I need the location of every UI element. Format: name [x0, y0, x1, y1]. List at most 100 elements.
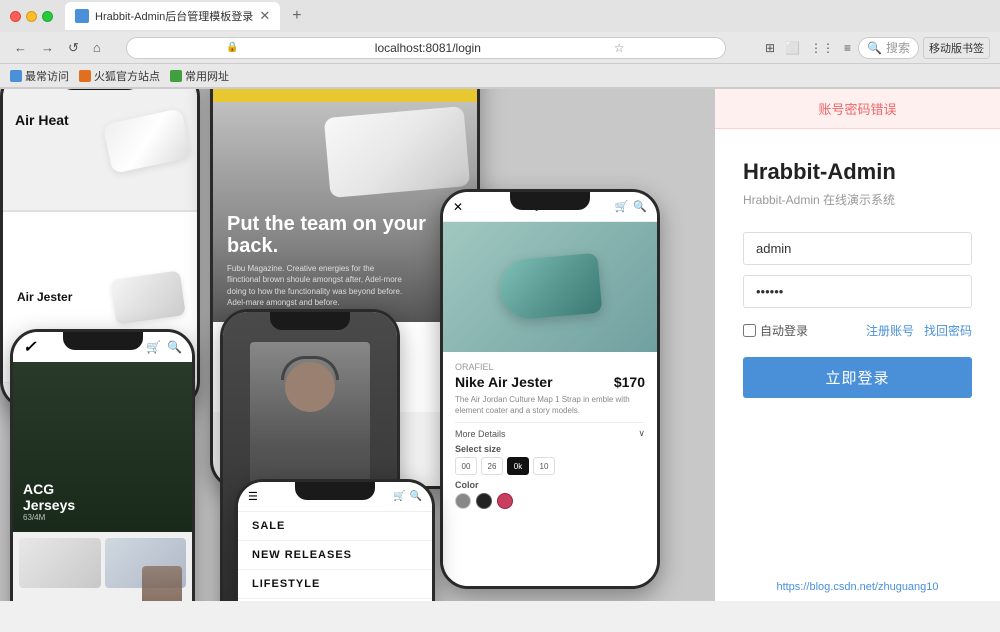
settings-icon[interactable]: ⋮⋮: [807, 39, 837, 57]
air-jester-label: Air Jester: [17, 290, 72, 304]
minimize-traffic-light[interactable]: [26, 11, 37, 22]
p5-color-red[interactable]: [497, 493, 513, 509]
forgot-link[interactable]: 找回密码: [924, 322, 972, 339]
navigation-toolbar: ← → ↺ ⌂ 🔒 localhost:8081/login ☆ ⊞ ⬜ ⋮⋮ …: [0, 32, 1000, 64]
headphones: [281, 356, 339, 380]
home-button[interactable]: ⌂: [89, 38, 105, 57]
error-text: 账号密码错误: [818, 102, 896, 117]
p5-size-26[interactable]: 26: [481, 457, 503, 475]
p5-color-gray[interactable]: [455, 493, 471, 509]
new-tab-button[interactable]: +: [286, 3, 307, 29]
p5-sizes-row: 00 26 0k 10: [455, 457, 645, 475]
phone-inner-3: ✓ 🛒 🔍 ACG Jerseys 63/4M: [13, 332, 192, 601]
p2-hero-text: Put the team on your back.: [227, 213, 463, 257]
phone-mockup-6: ☰ ✓ 🛒 🔍 SALE NEW RELEASES LIFESTYLE: [235, 479, 435, 601]
bookmark-most-visited-label: 最常访问: [25, 68, 69, 84]
p5-product-info: ORAFIEL Nike Air Jester $170 The Air Jor…: [443, 352, 657, 586]
p5-size-0k[interactable]: 0k: [507, 457, 529, 475]
username-input[interactable]: [743, 232, 972, 265]
p2-shoe-img: [324, 106, 470, 198]
p6-menu-sale[interactable]: SALE: [238, 512, 432, 541]
p5-size-10[interactable]: 10: [533, 457, 555, 475]
p6-menu-list: SALE NEW RELEASES LIFESTYLE: [238, 512, 432, 601]
menu-icon[interactable]: ≡: [841, 39, 854, 57]
p6-menu-lifestyle[interactable]: LIFESTYLE: [238, 570, 432, 599]
p5-sizes-label: Select size: [455, 444, 645, 454]
search-icon: 🔍: [867, 41, 882, 55]
air-heat-shoe: [103, 108, 192, 174]
bookmark-most-visited[interactable]: 最常访问: [10, 68, 69, 84]
error-banner: 账号密码错误: [715, 89, 1000, 129]
p3-cart-icon[interactable]: 🛒: [146, 340, 161, 354]
phone-mockup-5: ✕ ✓ 🛒 🔍 ORAFIEL Nike Air Jester: [440, 189, 660, 589]
mobile-toggle-button[interactable]: 移动版书签: [923, 37, 990, 59]
p5-details-chevron[interactable]: ∨: [638, 428, 645, 439]
p5-search-icon[interactable]: 🔍: [633, 200, 647, 213]
bookmark-common[interactable]: 常用网址: [170, 68, 229, 84]
login-submit-button[interactable]: 立即登录: [743, 357, 972, 398]
auto-login-text: 自动登录: [760, 322, 808, 339]
close-traffic-light[interactable]: [10, 11, 21, 22]
p6-search-icon[interactable]: 🔍: [410, 491, 422, 502]
forward-button[interactable]: →: [37, 38, 58, 57]
bookmarks-bar: 最常访问 火狐官方站点 常用网址: [0, 64, 1000, 88]
phone-notch-6: [295, 482, 375, 500]
phone-notch-4: [270, 312, 350, 330]
screenshot-icon[interactable]: ⬜: [782, 39, 803, 57]
search-bar[interactable]: 🔍 搜索: [858, 37, 919, 59]
login-title: Hrabbit-Admin: [743, 159, 972, 185]
bookmark-firefox-label: 火狐官方站点: [94, 68, 160, 84]
p3-person-silhouette: [142, 566, 182, 601]
phone-inner-5: ✕ ✓ 🛒 🔍 ORAFIEL Nike Air Jester: [443, 192, 657, 586]
main-content: Air Heat Air Jester NEW 100 Percent: [0, 89, 1000, 601]
password-input[interactable]: [743, 275, 972, 308]
p5-size-00[interactable]: 00: [455, 457, 477, 475]
browser-tab[interactable]: Hrabbit-Admin后台管理模板登录 ✕: [65, 2, 280, 30]
login-panel: 账号密码错误 Hrabbit-Admin Hrabbit-Admin 在线演示系…: [715, 89, 1000, 601]
toolbar-right: ⊞ ⬜ ⋮⋮ ≡ 🔍 搜索 移动版书签: [762, 37, 990, 59]
p5-close-btn[interactable]: ✕: [453, 200, 463, 214]
bookmark-icon: [10, 70, 22, 82]
air-jester-shoe: [110, 270, 186, 324]
p3-search-icon[interactable]: 🔍: [167, 340, 182, 354]
p5-colors-label: Color: [455, 480, 645, 490]
bookmark-firefox[interactable]: 火狐官方站点: [79, 68, 160, 84]
p2-header: NEW 100 Percent BUY: [213, 89, 477, 102]
tab-favicon: [75, 9, 89, 23]
p3-swoosh: ✓: [23, 337, 36, 357]
login-subtitle: Hrabbit-Admin 在线演示系统: [743, 191, 972, 208]
bookmark-star-icon[interactable]: ☆: [524, 41, 715, 55]
p6-menu-new-releases[interactable]: NEW RELEASES: [238, 541, 432, 570]
lock-icon: 🔒: [137, 42, 328, 53]
p5-details-row: More Details ∨: [455, 422, 645, 439]
back-button[interactable]: ←: [10, 38, 31, 57]
url-bar[interactable]: 🔒 localhost:8081/login ☆: [126, 37, 726, 59]
bookmark-icon: [170, 70, 182, 82]
footer-url-text: https://blog.csdn.net/zhuguang10: [776, 581, 938, 593]
reload-button[interactable]: ↺: [64, 38, 83, 58]
p5-cart-icon[interactable]: 🛒: [615, 200, 629, 213]
phone-notch-3: [63, 332, 143, 350]
auto-login-label[interactable]: 自动登录: [743, 322, 808, 339]
login-form-area: Hrabbit-Admin Hrabbit-Admin 在线演示系统 自动登录 …: [715, 129, 1000, 573]
p5-product-price: $170: [614, 374, 645, 390]
title-bar: Hrabbit-Admin后台管理模板登录 ✕ +: [0, 0, 1000, 32]
nike-mockup-area: Air Heat Air Jester NEW 100 Percent: [0, 89, 715, 601]
p5-product-image: [443, 222, 657, 352]
p5-details-label[interactable]: More Details: [455, 429, 506, 439]
p5-color-dark[interactable]: [476, 493, 492, 509]
p5-brand-label: ORAFIEL: [455, 362, 645, 372]
tab-close-button[interactable]: ✕: [259, 8, 270, 24]
p3-hero-text: ACG Jerseys: [23, 482, 182, 513]
p5-shoe-image: [498, 253, 603, 321]
air-heat-label: Air Heat: [15, 112, 69, 128]
p3-hero: ACG Jerseys 63/4M: [13, 362, 192, 532]
extensions-icon[interactable]: ⊞: [762, 39, 778, 57]
p6-menu-icon[interactable]: ☰: [248, 490, 258, 503]
register-link[interactable]: 注册账号: [866, 322, 914, 339]
p6-cart-icon[interactable]: 🛒: [393, 491, 405, 502]
maximize-traffic-light[interactable]: [42, 11, 53, 22]
phone-mockup-3: ✓ 🛒 🔍 ACG Jerseys 63/4M: [10, 329, 195, 601]
auto-login-checkbox[interactable]: [743, 324, 756, 337]
phone-notch-1: [60, 89, 140, 90]
